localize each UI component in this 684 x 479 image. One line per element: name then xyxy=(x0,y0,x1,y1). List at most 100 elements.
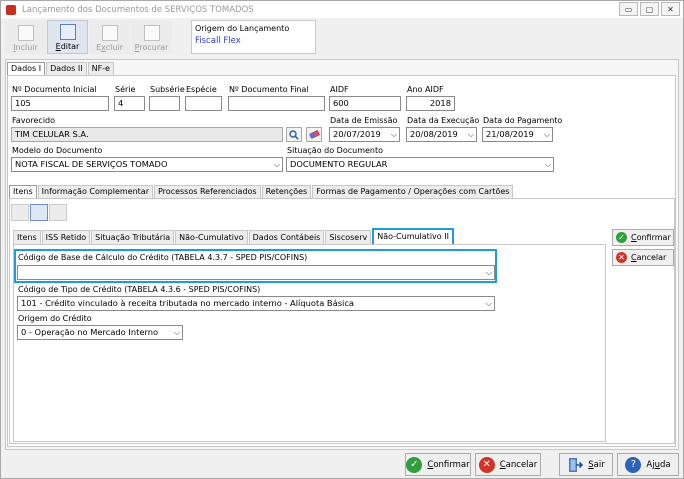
confirmar-label: Confirmar xyxy=(427,459,470,470)
tab-item-itens[interactable]: Itens xyxy=(13,230,41,244)
toolbar: Incluir Editar Excluir Procurar xyxy=(5,20,172,55)
data-emissao-picker[interactable]: 20/07/2019 ⌵ xyxy=(329,127,400,142)
sair-label: Sair xyxy=(588,459,605,470)
cancelar-button[interactable]: ✕ Cancelar xyxy=(475,453,541,476)
cancelar-label: Cancelar xyxy=(499,459,538,470)
data-execucao-picker[interactable]: 20/08/2019 ⌵ xyxy=(406,127,477,142)
sub-tab-bar: Itens Informação Complementar Processos … xyxy=(9,185,514,199)
tab-dados-ii[interactable]: Dados II xyxy=(46,62,87,75)
item-toolbar xyxy=(11,204,67,221)
search-document-icon xyxy=(143,25,160,41)
item-tab-bar: Itens ISS Retido Situação Tributária Não… xyxy=(13,228,455,244)
tab-dados-contabeis[interactable]: Dados Contábeis xyxy=(248,230,325,244)
clear-favorecido-button[interactable] xyxy=(306,127,322,142)
subserie-field[interactable] xyxy=(149,96,180,111)
tab-iss-retido[interactable]: ISS Retido xyxy=(41,230,91,244)
procurar-button[interactable]: Procurar xyxy=(131,20,172,54)
procurar-label: Procurar xyxy=(134,43,169,52)
ano-aidf-label: Ano AIDF xyxy=(407,85,444,94)
check-icon: ✓ xyxy=(406,456,423,473)
tab-nfe[interactable]: NF-e xyxy=(87,62,114,75)
especie-label: Espécie xyxy=(186,85,217,94)
incluir-button[interactable]: Incluir xyxy=(5,20,46,54)
tab-informacao-complementar[interactable]: Informação Complementar xyxy=(37,185,153,198)
edit-item-button[interactable] xyxy=(30,204,48,221)
data-execucao-value: 20/08/2019 xyxy=(410,129,458,139)
add-item-button[interactable] xyxy=(11,204,29,221)
origem-credito-value: 0 - Operação no Mercado Interno xyxy=(21,327,159,337)
exit-door-icon xyxy=(569,457,584,472)
origem-credito-label: Origem do Crédito xyxy=(18,314,92,323)
numero-inicial-label: Nº Documento Inicial xyxy=(12,85,97,94)
ajuda-button[interactable]: ? Ajuda xyxy=(617,453,679,476)
app-icon xyxy=(6,4,16,15)
origem-value: Fiscall Flex xyxy=(195,36,241,46)
chevron-down-icon: ⌵ xyxy=(390,130,397,139)
tab-processos-referenciados[interactable]: Processos Referenciados xyxy=(154,185,261,198)
ajuda-label: Ajuda xyxy=(646,459,671,470)
tab-nao-cumulativo-ii[interactable]: Não-Cumulativo II xyxy=(372,228,454,244)
main-tab-bar: Dados I Dados II NF-e xyxy=(7,62,115,76)
numero-final-field[interactable] xyxy=(228,96,325,111)
data-pagamento-label: Data do Pagamento xyxy=(483,116,563,125)
search-favorecido-button[interactable] xyxy=(286,127,302,142)
title-bar: Lançamento dos Documentos de SERVIÇOS TO… xyxy=(1,1,683,18)
origem-credito-select[interactable]: 0 - Operação no Mercado Interno ⌵ xyxy=(17,325,183,340)
tipo-credito-label: Código de Tipo de Crédito (TABELA 4.3.6 … xyxy=(18,285,261,294)
excluir-button[interactable]: Excluir xyxy=(89,20,130,54)
chevron-down-icon: ⌵ xyxy=(173,328,180,337)
minimize-button[interactable]: ▭ xyxy=(619,2,638,16)
delete-item-button[interactable] xyxy=(49,204,67,221)
favorecido-field[interactable]: TIM CELULAR S.A. xyxy=(11,127,283,142)
tab-itens[interactable]: Itens xyxy=(9,185,37,199)
item-cancelar-label: Cancelar xyxy=(631,253,667,262)
base-credito-select[interactable]: ⌵ xyxy=(17,265,495,280)
tab-dados-i[interactable]: Dados I xyxy=(7,62,46,76)
modelo-value: NOTA FISCAL DE SERVIÇOS TOMADO xyxy=(15,159,168,169)
search-icon xyxy=(289,129,299,140)
incluir-label: Incluir xyxy=(13,43,38,52)
aidf-field[interactable]: 600 xyxy=(329,96,401,111)
item-confirmar-button[interactable]: ✓ Confirmar xyxy=(612,229,674,246)
chevron-down-icon: ⌵ xyxy=(467,130,474,139)
confirmar-button[interactable]: ✓ Confirmar xyxy=(405,453,471,476)
item-cancelar-button[interactable]: ✕ Cancelar xyxy=(612,249,674,266)
especie-field[interactable] xyxy=(185,96,222,111)
situacao-label: Situação do Documento xyxy=(287,146,384,155)
excluir-label: Excluir xyxy=(96,43,123,52)
serie-label: Série xyxy=(115,85,136,94)
maximize-button[interactable]: ▢ xyxy=(640,2,659,16)
tipo-credito-select[interactable]: 101 - Crédito vinculado à receita tribut… xyxy=(17,296,495,311)
serie-field[interactable]: 4 xyxy=(114,96,145,111)
base-credito-label: Código de Base de Cálculo do Crédito (TA… xyxy=(18,253,308,262)
origem-label: Origem do Lançamento xyxy=(195,24,290,33)
subserie-label: Subsérie xyxy=(150,85,185,94)
tab-retencoes[interactable]: Retenções xyxy=(261,185,312,198)
ano-aidf-field[interactable]: 2018 xyxy=(406,96,455,111)
modelo-select[interactable]: NOTA FISCAL DE SERVIÇOS TOMADO ⌵ xyxy=(11,157,283,172)
origem-panel: Origem do Lançamento Fiscall Flex xyxy=(191,20,316,54)
chevron-down-icon: ⌵ xyxy=(543,130,550,139)
edit-document-icon xyxy=(59,24,76,40)
numero-inicial-field[interactable]: 105 xyxy=(11,96,109,111)
window-title: Lançamento dos Documentos de SERVIÇOS TO… xyxy=(22,4,254,15)
item-confirmar-label: Confirmar xyxy=(631,233,671,242)
tab-nao-cumulativo[interactable]: Não-Cumulativo xyxy=(175,230,248,244)
data-emissao-label: Data de Emissão xyxy=(330,116,398,125)
editar-button[interactable]: Editar xyxy=(47,20,88,54)
close-button[interactable]: ✕ xyxy=(661,2,680,16)
chevron-down-icon: ⌵ xyxy=(485,299,492,308)
add-document-icon xyxy=(17,25,34,41)
situacao-value: DOCUMENTO REGULAR xyxy=(290,159,388,169)
help-icon: ? xyxy=(625,456,642,473)
tab-formas-pagamento[interactable]: Formas de Pagamento / Operações com Cart… xyxy=(312,185,514,198)
eraser-icon xyxy=(308,130,320,139)
situacao-select[interactable]: DOCUMENTO REGULAR ⌵ xyxy=(286,157,554,172)
tipo-credito-value: 101 - Crédito vinculado à receita tribut… xyxy=(21,298,354,308)
tab-siscoserv[interactable]: Siscoserv xyxy=(325,230,372,244)
data-pagamento-picker[interactable]: 21/08/2019 ⌵ xyxy=(482,127,553,142)
tab-situacao-tributaria[interactable]: Situação Tributária xyxy=(91,230,175,244)
sair-button[interactable]: Sair xyxy=(559,453,613,476)
data-pagamento-value: 21/08/2019 xyxy=(486,129,534,139)
cancel-icon: ✕ xyxy=(616,252,627,263)
